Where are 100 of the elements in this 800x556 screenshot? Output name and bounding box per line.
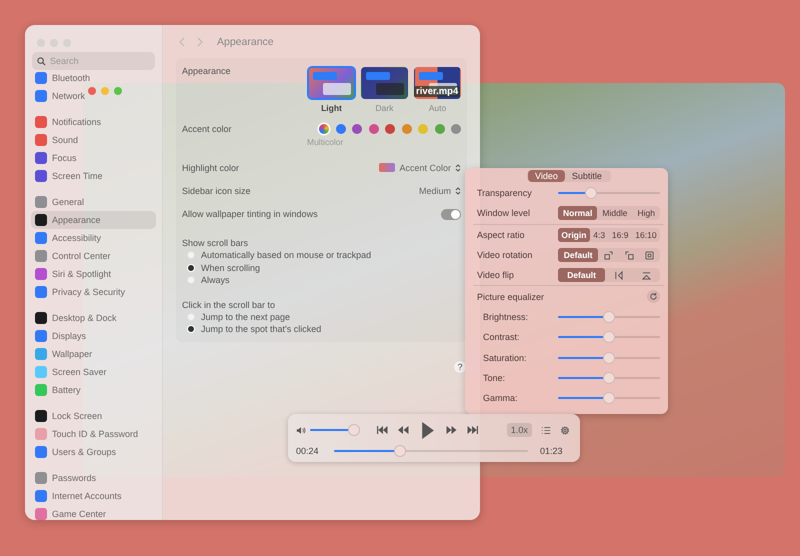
frame-icon xyxy=(645,250,654,260)
accent-color-swatch[interactable] xyxy=(368,124,378,134)
setting-label: Appearance xyxy=(182,66,231,78)
icon-size-popup[interactable]: Medium xyxy=(418,186,461,196)
setting-label: Aspect ratio xyxy=(477,230,525,240)
setting-label: Click in the scroll bar to xyxy=(182,298,276,310)
sidebar-item[interactable]: Network xyxy=(31,87,156,105)
theme-label: Dark xyxy=(376,103,394,113)
sidebar-item[interactable]: Focus xyxy=(31,149,156,167)
radio-option[interactable]: Always xyxy=(182,274,461,286)
sidebar-item[interactable]: Control Center xyxy=(31,247,156,265)
sidebar-item[interactable]: Siri & Spotlight xyxy=(31,265,156,283)
slider[interactable] xyxy=(558,372,660,384)
up-down-chevron-icon xyxy=(455,186,461,196)
sidebar-item[interactable]: Screen Saver xyxy=(31,363,156,381)
sidebar-item[interactable]: Touch ID & Password xyxy=(31,425,156,443)
setting-label: Video rotation xyxy=(477,250,532,260)
speed-button[interactable]: 1.0x xyxy=(506,423,532,437)
segment[interactable]: High xyxy=(632,206,660,220)
sidebar-item[interactable]: Wallpaper xyxy=(31,345,156,363)
setting-label: Saturation: xyxy=(482,352,527,363)
accent-color-swatch[interactable] xyxy=(418,124,428,134)
sidebar-item[interactable]: Notifications xyxy=(31,113,156,131)
segment[interactable]: Default xyxy=(558,268,606,282)
radio-option[interactable]: When scrolling xyxy=(182,262,461,274)
skip-forward-icon[interactable] xyxy=(466,426,479,434)
sidebar-item[interactable]: Passwords xyxy=(31,469,156,487)
sidebar-item[interactable]: Appearance xyxy=(31,211,156,229)
progress-slider[interactable] xyxy=(334,445,528,457)
setting-label: Highlight color xyxy=(182,162,240,172)
sidebar-item[interactable]: Privacy & Security xyxy=(31,283,156,301)
accent-color-swatch[interactable] xyxy=(385,124,395,134)
fast-forward-icon[interactable] xyxy=(446,426,458,434)
sidebar-item[interactable]: Desktop & Dock xyxy=(31,309,156,327)
setting-label: Transparency xyxy=(477,188,532,198)
sidebar-item[interactable]: General xyxy=(31,193,156,211)
radio-option[interactable]: Automatically based on mouse or trackpad xyxy=(182,249,461,262)
panel-tab[interactable]: Subtitle xyxy=(564,170,609,182)
reset-button[interactable] xyxy=(647,290,660,304)
segment[interactable]: Middle xyxy=(597,206,632,220)
setting-label: Sidebar icon size xyxy=(182,186,251,196)
accent-color-swatch[interactable] xyxy=(402,124,412,134)
accent-color-swatch[interactable] xyxy=(352,124,362,134)
highlight-color-popup[interactable]: Accent Color xyxy=(379,162,461,172)
swatch-caption: Multicolor xyxy=(307,137,344,147)
section-label: Picture equalizer xyxy=(477,292,544,302)
rotate-icon xyxy=(604,250,614,260)
segment[interactable]: Origin xyxy=(558,228,590,242)
setting-label: Video flip xyxy=(477,270,514,280)
accent-color-swatch[interactable] xyxy=(336,124,346,134)
slider[interactable] xyxy=(558,310,660,323)
speaker-icon[interactable] xyxy=(296,426,306,434)
sidebar-item[interactable]: Internet Accounts xyxy=(31,487,156,505)
flip-vertical-icon xyxy=(642,270,651,280)
sidebar-item[interactable]: Sound xyxy=(31,131,156,149)
segment[interactable]: Normal xyxy=(558,206,598,220)
panel-tab[interactable]: Video xyxy=(528,170,565,182)
settings-icon[interactable] xyxy=(560,424,570,436)
rotate-icon xyxy=(624,250,634,260)
sidebar-item[interactable]: Displays xyxy=(31,327,156,345)
segment[interactable]: 4:3 xyxy=(590,228,609,242)
sidebar-item[interactable]: Bluetooth xyxy=(31,72,156,87)
setting-label: Contrast: xyxy=(482,332,520,342)
skip-back-icon[interactable] xyxy=(376,426,388,434)
theme-label: Auto xyxy=(428,103,446,113)
duration-time: 01:23 xyxy=(540,446,564,456)
segment[interactable]: 16:9 xyxy=(608,228,632,242)
play-icon[interactable] xyxy=(420,422,434,438)
accent-color-swatch[interactable] xyxy=(319,124,329,134)
sidebar-item[interactable]: Accessibility xyxy=(31,229,156,247)
theme-thumbnail[interactable] xyxy=(308,67,355,99)
rewind-icon[interactable] xyxy=(396,426,409,434)
theme-label: Light xyxy=(321,103,342,113)
sidebar-item[interactable]: Battery xyxy=(31,381,156,399)
window-title: river.mp4 xyxy=(414,86,460,97)
radio-option[interactable]: Jump to the spot that's clicked xyxy=(182,323,461,336)
setting-label: Brightness: xyxy=(482,312,528,322)
sidebar-item[interactable]: Screen Time xyxy=(31,167,156,185)
toggle-switch[interactable] xyxy=(441,208,461,220)
theme-thumbnail[interactable] xyxy=(361,67,408,99)
slider[interactable] xyxy=(558,331,660,344)
setting-label: Gamma: xyxy=(482,393,518,404)
sidebar-item[interactable]: Game Center xyxy=(31,505,156,520)
elapsed-time: 00:24 xyxy=(296,446,320,456)
list-icon[interactable] xyxy=(540,424,551,436)
search-icon xyxy=(37,56,46,66)
slider[interactable] xyxy=(558,392,660,404)
slider[interactable] xyxy=(558,352,660,364)
accent-color-swatch[interactable] xyxy=(434,124,444,134)
sidebar-item[interactable]: Lock Screen xyxy=(31,407,156,425)
reset-icon xyxy=(649,292,658,302)
accent-color-swatch[interactable] xyxy=(451,124,461,134)
radio-option[interactable]: Jump to the next page xyxy=(182,310,461,323)
segment[interactable]: 16:10 xyxy=(632,228,660,242)
sidebar-item[interactable]: Users & Groups xyxy=(31,443,156,461)
setting-label: Accent color xyxy=(182,124,232,136)
slider[interactable] xyxy=(558,187,660,200)
setting-label: Allow wallpaper tinting in windows xyxy=(182,209,318,219)
page-title: Appearance xyxy=(217,36,274,48)
segment[interactable]: Default xyxy=(558,248,598,262)
